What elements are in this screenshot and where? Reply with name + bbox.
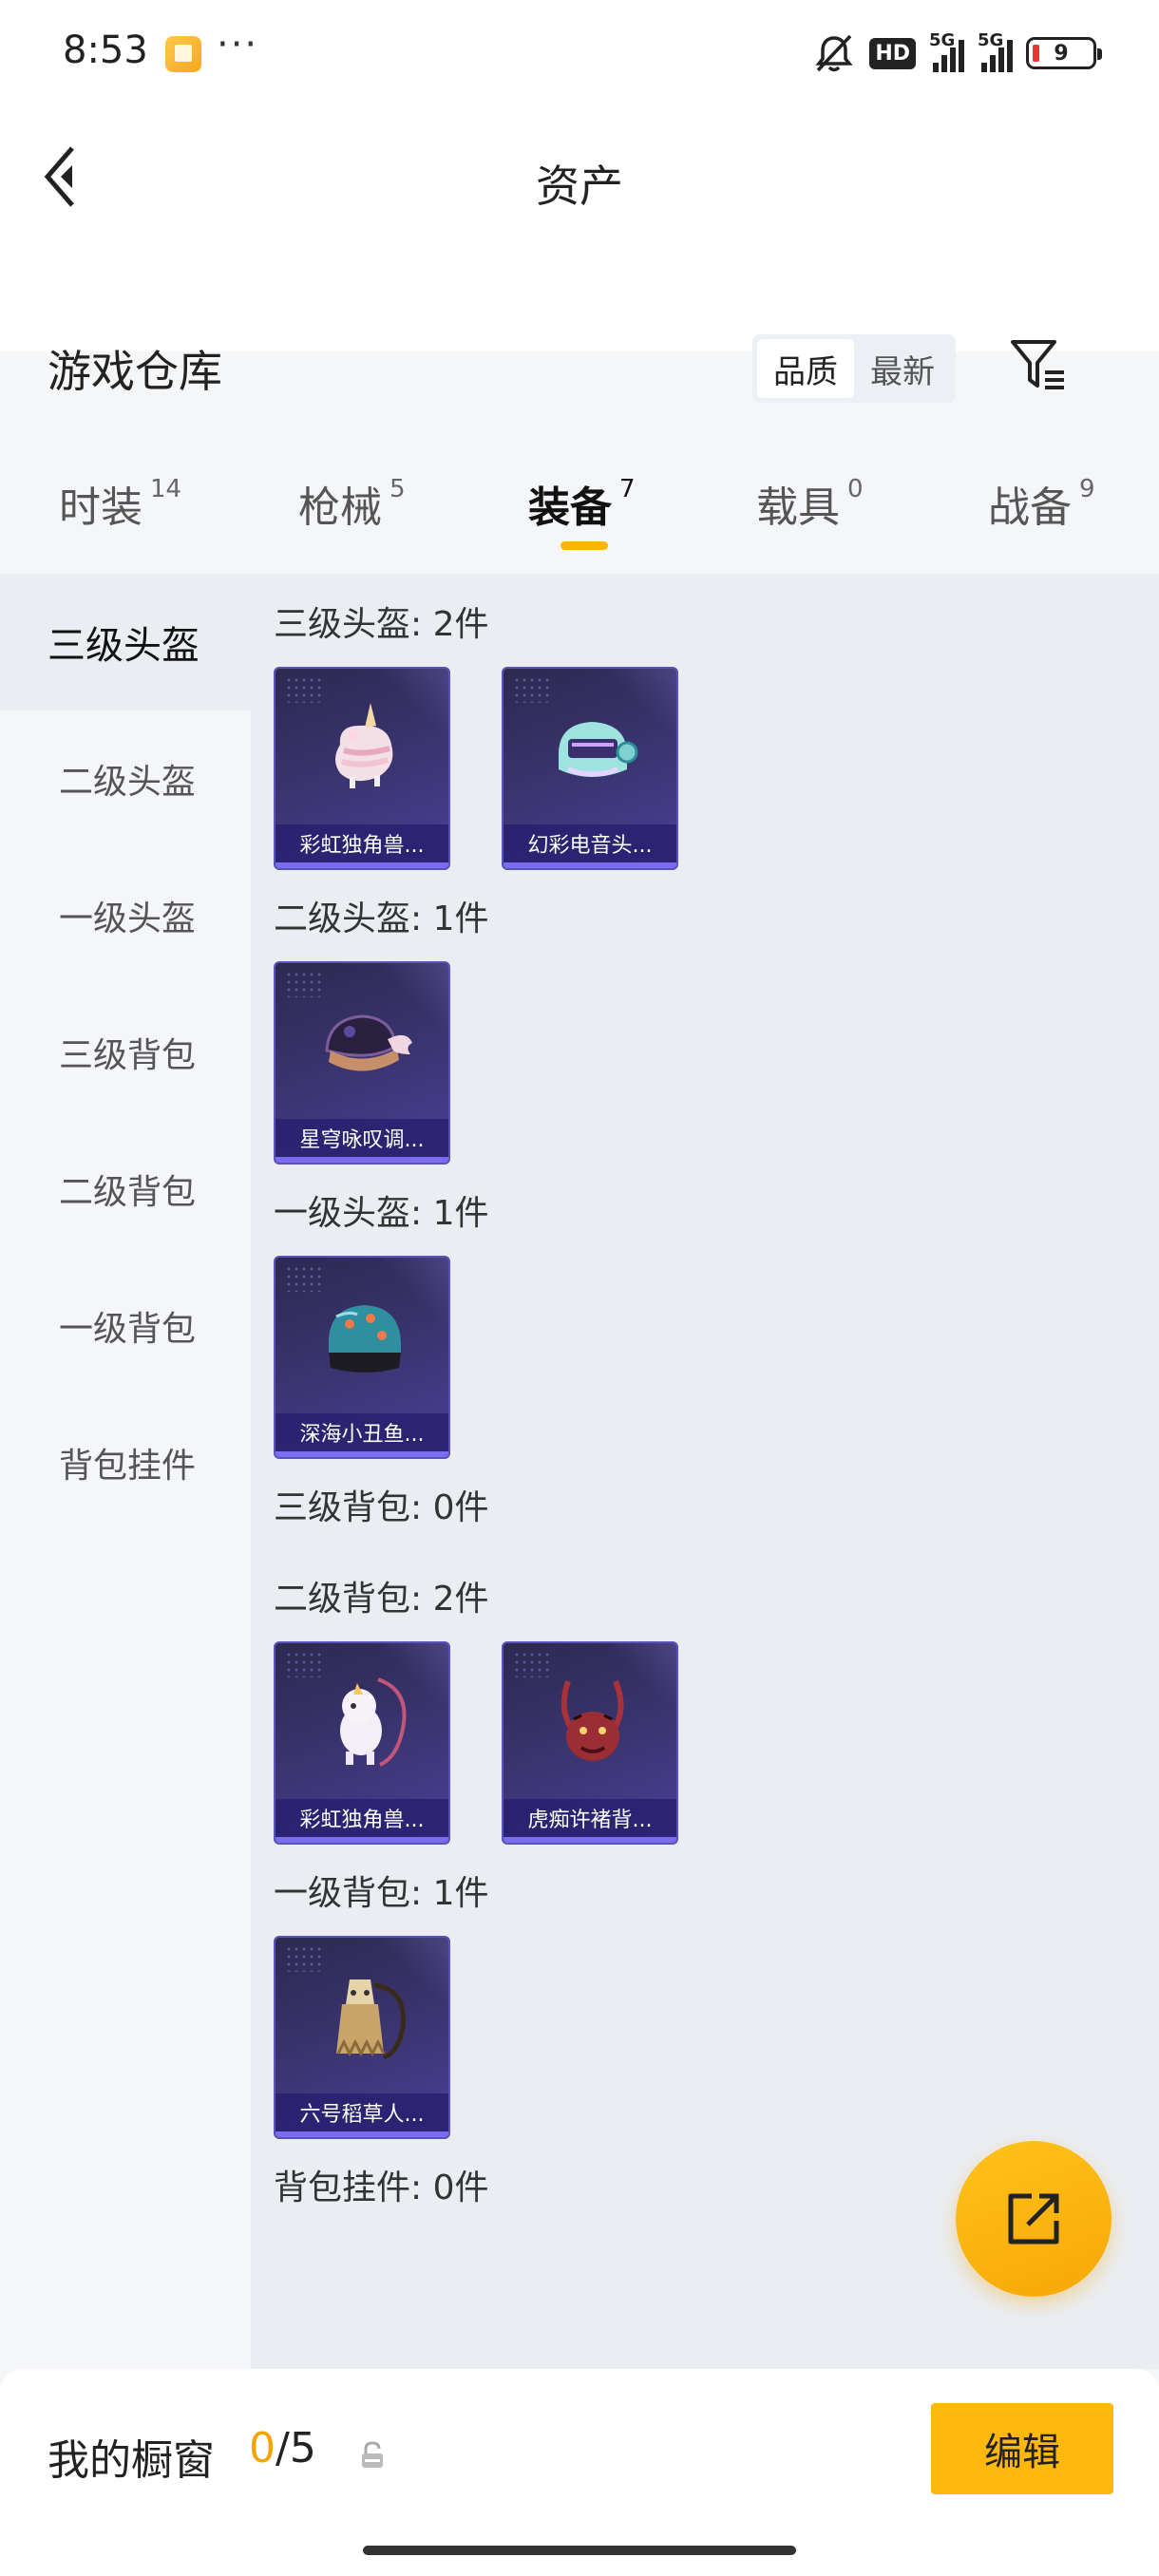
group-label: 一级头盔: 1件 [274, 1194, 489, 1233]
tab-count: 5 [390, 475, 406, 503]
winged-helmet-icon [325, 1014, 412, 1071]
tab-label: 时装 [59, 483, 142, 532]
share-button[interactable] [956, 2141, 1112, 2297]
subcategory-sidebar: 三级头盔 二级头盔 一级头盔 三级背包 二级背包 一级背包 背包挂件 [0, 574, 251, 2369]
rarity-bar [276, 1837, 448, 1843]
item-card[interactable]: 彩虹独角兽... [274, 1641, 450, 1845]
item-card[interactable]: 幻彩电音头... [502, 667, 678, 870]
rarity-bar [276, 862, 448, 868]
sidebar-item-level3-helmet[interactable]: 三级头盔 [0, 574, 251, 710]
notes-app-icon [165, 36, 201, 72]
tab-fashion[interactable]: 时装 14 [59, 473, 181, 534]
sidebar-item-level2-helmet[interactable]: 二级头盔 [0, 710, 251, 847]
sidebar-item-level3-backpack[interactable]: 三级背包 [0, 984, 251, 1121]
tab-label: 装备 [528, 483, 612, 532]
tab-label: 载具 [756, 483, 840, 532]
tab-vehicles[interactable]: 载具 0 [756, 473, 864, 534]
showcase-count: 0/5 [249, 2424, 316, 2472]
signal-label-2: 5G [978, 30, 1004, 50]
tab-count: 7 [619, 475, 636, 503]
showcase-bar: 我的橱窗 0/5 编辑 [0, 2369, 1159, 2576]
item-card[interactable]: 星穹咏叹调... [274, 961, 450, 1165]
item-card[interactable]: 彩虹独角兽... [274, 667, 450, 870]
item-card[interactable]: 虎痴许褚背... [502, 1641, 678, 1845]
unicorn-cake-helmet-icon [335, 703, 393, 788]
section-title: 游戏仓库 [48, 346, 222, 397]
page-header: 资产 [0, 104, 1159, 351]
sidebar-item-level1-helmet[interactable]: 一级头盔 [0, 847, 251, 984]
status-indicators: HD 5G 5G 9 [812, 30, 1102, 74]
rarity-bar [276, 1157, 448, 1163]
sidebar-item-level1-backpack[interactable]: 一级背包 [0, 1258, 251, 1394]
item-name: 星穹咏叹调... [276, 1119, 448, 1157]
item-name: 彩虹独角兽... [276, 1799, 448, 1837]
active-tab-indicator [560, 541, 608, 550]
tab-label: 枪械 [298, 483, 382, 532]
home-indicator[interactable] [363, 2546, 796, 2555]
edit-button[interactable]: 编辑 [931, 2403, 1113, 2494]
share-external-icon [1008, 2193, 1059, 2245]
tab-supplies[interactable]: 战备 9 [988, 473, 1095, 534]
item-name: 六号稻草人... [276, 2093, 448, 2131]
hd-voice-badge: HD [869, 37, 916, 69]
showcase-current: 0 [249, 2424, 276, 2472]
tab-label: 战备 [988, 483, 1072, 532]
scarecrow-backpack-icon [336, 1979, 406, 2060]
sidebar-item-backpack-charm[interactable]: 背包挂件 [0, 1394, 251, 1531]
item-card[interactable]: 六号稻草人... [274, 1936, 450, 2139]
sort-newest-button[interactable]: 最新 [854, 339, 951, 398]
rarity-bar [504, 862, 676, 868]
group-label: 背包挂件: 0件 [274, 2169, 489, 2207]
sidebar-item-level2-backpack[interactable]: 二级背包 [0, 1121, 251, 1258]
status-bar: 8:53 ··· HD 5G 5G 9 [0, 0, 1159, 104]
battery-icon: 9 [1026, 37, 1102, 69]
rarity-bar [276, 1451, 448, 1457]
tiger-backpack-icon [560, 1679, 624, 1761]
signal-icon-2: 5G [978, 30, 1013, 72]
sort-quality-button[interactable]: 品质 [757, 339, 854, 398]
showcase-total: /5 [276, 2424, 316, 2472]
showcase-label: 我的橱窗 [48, 2436, 215, 2485]
unicorn-backpack-icon [340, 1677, 407, 1767]
lock-icon [362, 2441, 383, 2468]
filter-icon [1011, 340, 1064, 389]
group-label: 三级头盔: 2件 [274, 605, 489, 644]
item-name: 幻彩电音头... [504, 824, 676, 862]
group-label: 二级背包: 2件 [274, 1580, 489, 1619]
group-label: 三级背包: 0件 [274, 1488, 489, 1527]
rarity-bar [504, 1837, 676, 1843]
group-label: 一级背包: 1件 [274, 1874, 489, 1913]
battery-level: 9 [1054, 41, 1069, 66]
dj-helmet-icon [559, 722, 638, 777]
clownfish-helmet-icon [328, 1305, 401, 1373]
signal-label-1: 5G [929, 30, 956, 50]
item-grid: 三级头盔: 2件 彩虹独角兽... 幻彩电音头... 二级头盔: 1件 星穹咏叹… [251, 574, 1159, 2369]
tab-count: 0 [847, 475, 864, 503]
item-name: 彩虹独角兽... [276, 824, 448, 862]
rarity-bar [276, 2131, 448, 2137]
tab-count: 9 [1079, 475, 1095, 503]
page-title: 资产 [536, 161, 623, 212]
mute-icon [812, 32, 856, 74]
tab-count: 14 [150, 475, 182, 503]
sort-toggle: 品质 最新 [752, 334, 956, 403]
item-name: 深海小丑鱼... [276, 1413, 448, 1451]
tab-guns[interactable]: 枪械 5 [298, 473, 406, 534]
group-label: 二级头盔: 1件 [274, 900, 489, 938]
filter-button[interactable] [1009, 336, 1070, 393]
signal-icon-1: 5G [929, 30, 964, 72]
more-notifications-icon: ··· [217, 23, 259, 66]
item-name: 虎痴许褚背... [504, 1799, 676, 1837]
tab-equipment[interactable]: 装备 7 [528, 473, 636, 534]
item-card[interactable]: 深海小丑鱼... [274, 1256, 450, 1459]
status-time: 8:53 [63, 28, 148, 72]
category-tabs: 时装 14 枪械 5 装备 7 载具 0 战备 9 [0, 435, 1159, 574]
